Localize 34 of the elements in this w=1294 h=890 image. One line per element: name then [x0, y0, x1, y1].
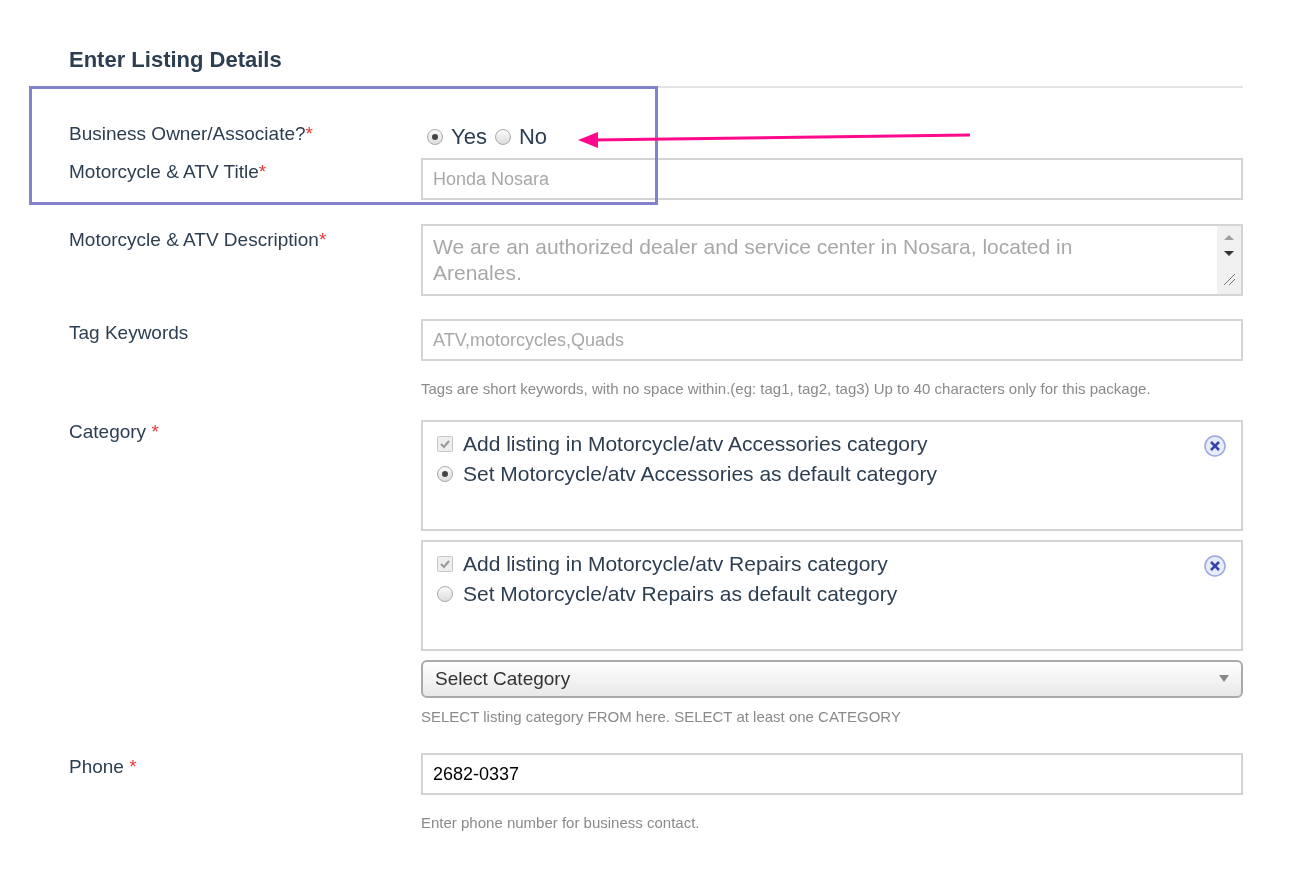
remove-button[interactable] — [1203, 434, 1227, 458]
radio-option[interactable]: Yes — [427, 124, 487, 150]
radio-icon[interactable] — [427, 129, 443, 145]
input-field[interactable]: 2682-0337 — [421, 753, 1243, 795]
input-field[interactable]: Honda Nosara — [421, 158, 1243, 200]
field-label: Business Owner/Associate?* — [69, 122, 313, 146]
radio-label: Set Motorcycle/atv Accessories as default category — [463, 462, 937, 486]
scroll-bar[interactable] — [1217, 226, 1241, 294]
caret-icon — [1219, 675, 1229, 683]
radio-icon[interactable] — [494, 129, 511, 145]
checkbox-label: Add listing in Motorcycle/atv Repairs category — [463, 552, 888, 576]
field-label: Tag Keywords — [69, 321, 189, 345]
remove-button[interactable] — [1203, 554, 1227, 578]
checkbox[interactable] — [437, 436, 453, 452]
scroll-down-icon[interactable] — [1223, 248, 1235, 258]
field-label: Category * — [69, 420, 159, 444]
radio-label: Set Motorcycle/atv Repairs as default category — [463, 582, 898, 606]
field-label: Motorcycle & ATV Title* — [69, 160, 267, 184]
section-heading: Enter Listing Details — [69, 46, 282, 74]
checkbox[interactable] — [437, 556, 453, 572]
scroll-up-icon[interactable] — [1223, 232, 1235, 242]
help-text: Tags are short keywords, with no space within.(eg: tag1, tag2, tag3) Up to 40 characters only for this package. — [421, 380, 1151, 397]
radio-option[interactable]: No — [494, 124, 547, 150]
resize-grip-icon[interactable] — [1222, 272, 1236, 286]
checkbox-label: Add listing in Motorcycle/atv Accessories category — [463, 432, 928, 456]
help-text: SELECT listing category FROM here. SELECT at least one CATEGORY — [421, 708, 901, 725]
help-text: Enter phone number for business contact. — [421, 814, 700, 831]
text-area[interactable]: We are an authorized dealer and service center in Nosara, located in Arenales. — [421, 224, 1243, 296]
radio-icon[interactable] — [437, 466, 453, 482]
field-label: Phone * — [69, 755, 137, 779]
radio-icon[interactable] — [437, 586, 453, 602]
category-select[interactable]: Select Category — [421, 660, 1243, 698]
field-label: Motorcycle & ATV Description* — [69, 228, 327, 252]
input-field[interactable]: ATV,motorcycles,Quads — [421, 319, 1243, 361]
